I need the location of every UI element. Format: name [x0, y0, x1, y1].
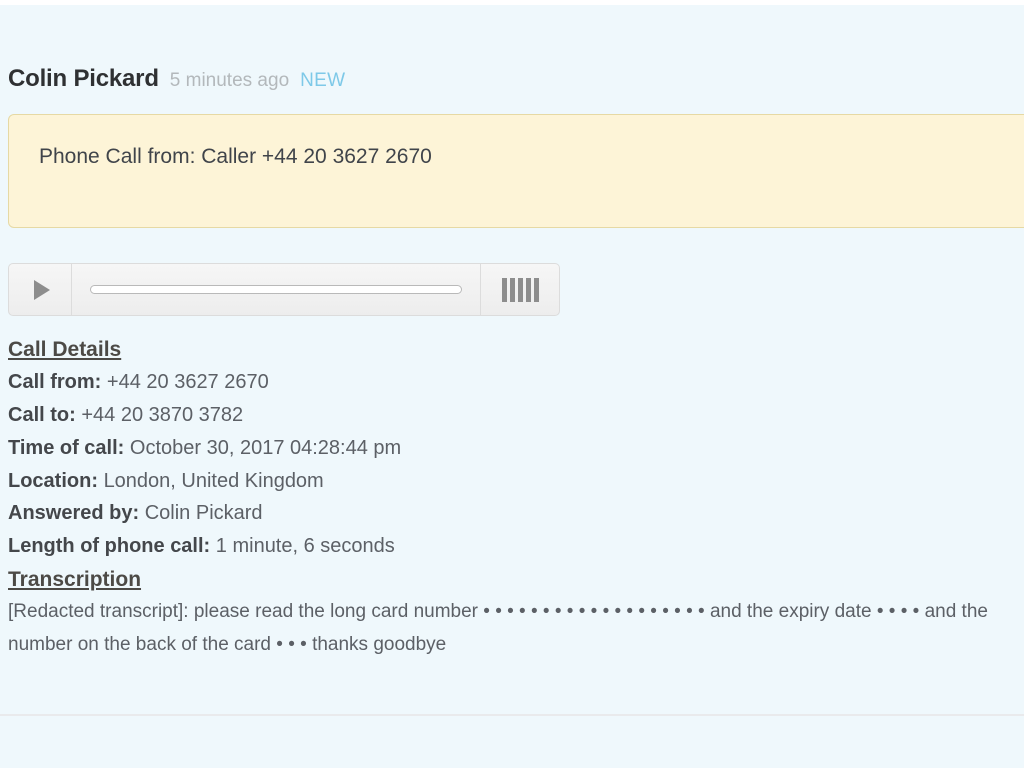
detail-label: Call to:: [8, 403, 76, 426]
call-notice-box: Phone Call from: Caller +44 20 3627 2670: [8, 114, 1024, 228]
detail-label: Location:: [8, 469, 98, 492]
sender-name: Colin Pickard: [8, 65, 159, 92]
detail-value: October 30, 2017 04:28:44 pm: [129, 436, 402, 459]
equalizer-bars-icon: [509, 277, 515, 302]
call-details-heading: Call Details: [8, 338, 122, 361]
detail-row-location: Location: London, United Kingdom: [8, 465, 1018, 498]
detail-row-call-to: Call to: +44 20 3870 3782: [8, 399, 1018, 432]
detail-label: Answered by:: [8, 502, 140, 525]
detail-label: Call from:: [8, 371, 102, 394]
detail-row-answered-by: Answered by: Colin Pickard: [8, 497, 1018, 530]
detail-value: London, United Kingdom: [103, 469, 324, 492]
detail-value: +44 20 3870 3782: [81, 403, 244, 426]
play-button[interactable]: [9, 264, 72, 315]
transcription-heading: Transcription: [8, 567, 142, 591]
message-timestamp: 5 minutes ago: [169, 70, 290, 91]
equalizer-bars-icon: [533, 277, 539, 302]
detail-row-call-from: Call from: +44 20 3627 2670: [8, 366, 1018, 399]
message-header: Colin Pickard 5 minutes ago NEW: [8, 65, 345, 93]
detail-label: Length of phone call:: [8, 535, 211, 558]
message-detail-panel: Colin Pickard 5 minutes ago NEW Phone Ca…: [0, 5, 1024, 768]
call-details-section: Call Details Call from: +44 20 3627 2670…: [8, 333, 1018, 661]
audio-player[interactable]: [8, 263, 560, 316]
play-icon: [34, 279, 50, 300]
volume-button[interactable]: [481, 264, 559, 315]
new-badge: NEW: [300, 70, 346, 91]
seek-bar[interactable]: [90, 285, 462, 294]
detail-label: Time of call:: [8, 436, 125, 459]
equalizer-bars-icon: [517, 277, 523, 302]
detail-row-length-of-call: Length of phone call: 1 minute, 6 second…: [8, 530, 1018, 563]
section-divider: [0, 714, 1024, 716]
detail-value: 1 minute, 6 seconds: [215, 535, 395, 558]
transcription-text: [Redacted transcript]: please read the l…: [8, 601, 988, 655]
call-notice-text: Phone Call from: Caller +44 20 3627 2670: [39, 145, 432, 168]
seek-area[interactable]: [72, 264, 481, 315]
detail-value: Colin Pickard: [144, 502, 263, 525]
detail-value: +44 20 3627 2670: [106, 371, 269, 394]
detail-row-time-of-call: Time of call: October 30, 2017 04:28:44 …: [8, 432, 1018, 465]
equalizer-bars-icon: [501, 277, 507, 302]
equalizer-bars-icon: [525, 277, 531, 302]
